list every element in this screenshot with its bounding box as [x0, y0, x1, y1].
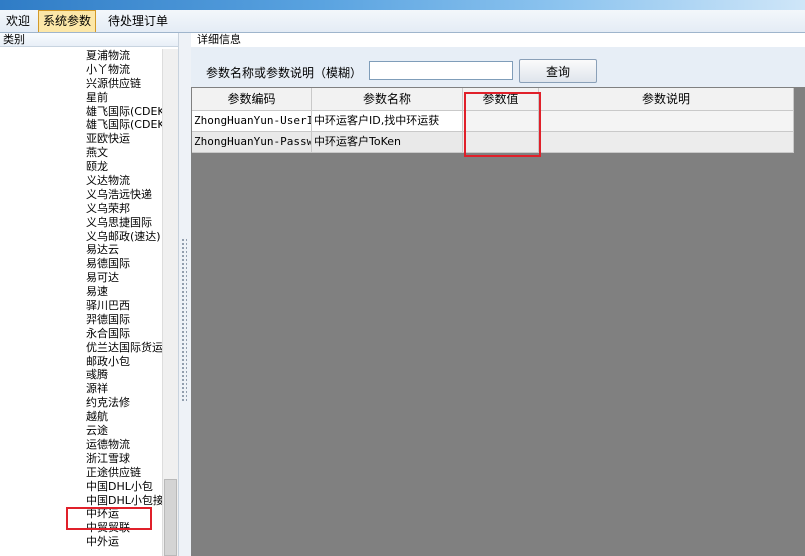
detail-header: 详细信息 — [191, 33, 805, 47]
search-label: 参数名称或参数说明（模糊） — [206, 66, 363, 80]
search-bar: 参数名称或参数说明（模糊） 查询 — [191, 47, 805, 87]
search-input[interactable] — [369, 61, 513, 80]
tab-bar: 欢迎 系统参数 待处理订单 — [0, 10, 805, 33]
cell-code[interactable]: ZhongHuanYun-UserId — [192, 111, 312, 131]
category-item[interactable]: 运德物流 — [86, 438, 162, 452]
category-item[interactable]: 易可达 — [86, 271, 162, 285]
category-item[interactable]: 驿川巴西 — [86, 299, 162, 313]
category-item[interactable]: 义乌荣邦 — [86, 202, 162, 216]
cell-description[interactable] — [539, 132, 794, 152]
category-item[interactable]: 永合国际 — [86, 327, 162, 341]
category-header: 类别 — [0, 33, 178, 47]
tab-pending-orders[interactable]: 待处理订单 — [104, 11, 172, 31]
category-panel: 类别 夏浦物流 小丫物流 兴源供应链 星前 雄飞国际(CDEK) 雄飞国际(CDEK) 亚欧… — [0, 33, 178, 556]
tab-welcome[interactable]: 欢迎 — [2, 11, 34, 31]
column-header-description[interactable]: 参数说明 — [539, 88, 794, 110]
category-item[interactable]: 中外运 — [86, 535, 162, 549]
category-item[interactable]: 小丫物流 — [86, 63, 162, 77]
category-item[interactable]: 约克法修 — [86, 396, 162, 410]
category-scrollbar[interactable] — [162, 49, 178, 556]
column-header-code[interactable]: 参数编码 — [192, 88, 312, 110]
category-item[interactable]: 易德国际 — [86, 257, 162, 271]
cell-description[interactable] — [539, 111, 794, 131]
category-item[interactable]: 雄飞国际(CDEK) — [86, 105, 162, 119]
category-item[interactable]: 夏浦物流 — [86, 49, 162, 63]
category-item[interactable]: 义乌思捷国际 — [86, 216, 162, 230]
category-item[interactable]: 优兰达国际货运 — [86, 341, 162, 355]
category-item[interactable]: 羿德国际 — [86, 313, 162, 327]
category-item[interactable]: 源祥 — [86, 382, 162, 396]
category-item[interactable]: 浙江雪球 — [86, 452, 162, 466]
category-item[interactable]: 兴源供应链 — [86, 77, 162, 91]
category-item[interactable]: 中国DHL小包接 — [86, 494, 162, 508]
category-item[interactable]: 邮政小包 — [86, 355, 162, 369]
cell-name[interactable]: 中环运客户ToKen — [312, 132, 463, 152]
tab-system-params[interactable]: 系统参数 — [38, 10, 97, 32]
category-item[interactable]: 越航 — [86, 410, 162, 424]
category-item[interactable]: 彧腾 — [86, 368, 162, 382]
category-item[interactable]: 星前 — [86, 91, 162, 105]
category-item[interactable]: 正途供应链 — [86, 466, 162, 480]
cell-name[interactable]: 中环运客户ID,找中环运获 — [312, 111, 463, 131]
category-item[interactable]: 雄飞国际(CDEK) — [86, 118, 162, 132]
category-item[interactable]: 义乌邮政(速达) — [86, 230, 162, 244]
splitter-grip[interactable] — [181, 238, 187, 403]
category-scrollbar-thumb[interactable] — [164, 479, 177, 556]
highlight-selected-category — [66, 507, 152, 530]
category-item[interactable]: 义达物流 — [86, 174, 162, 188]
column-header-name[interactable]: 参数名称 — [312, 88, 463, 110]
category-item[interactable]: 颐龙 — [86, 160, 162, 174]
category-tree: 夏浦物流 小丫物流 兴源供应链 星前 雄飞国际(CDEK) 雄飞国际(CDEK) 亚欧快运燕… — [86, 49, 162, 549]
highlight-param-value-column — [464, 92, 541, 157]
panel-splitter[interactable] — [178, 33, 192, 556]
category-item[interactable]: 中国DHL小包 — [86, 480, 162, 494]
category-item[interactable]: 易速 — [86, 285, 162, 299]
search-button[interactable]: 查询 — [519, 59, 597, 83]
category-item[interactable]: 燕文 — [86, 146, 162, 160]
category-item[interactable]: 云途 — [86, 424, 162, 438]
category-item[interactable]: 亚欧快运 — [86, 132, 162, 146]
cell-code[interactable]: ZhongHuanYun-Passwo — [192, 132, 312, 152]
category-item[interactable]: 易达云 — [86, 243, 162, 257]
category-item[interactable]: 义乌浩远快递 — [86, 188, 162, 202]
